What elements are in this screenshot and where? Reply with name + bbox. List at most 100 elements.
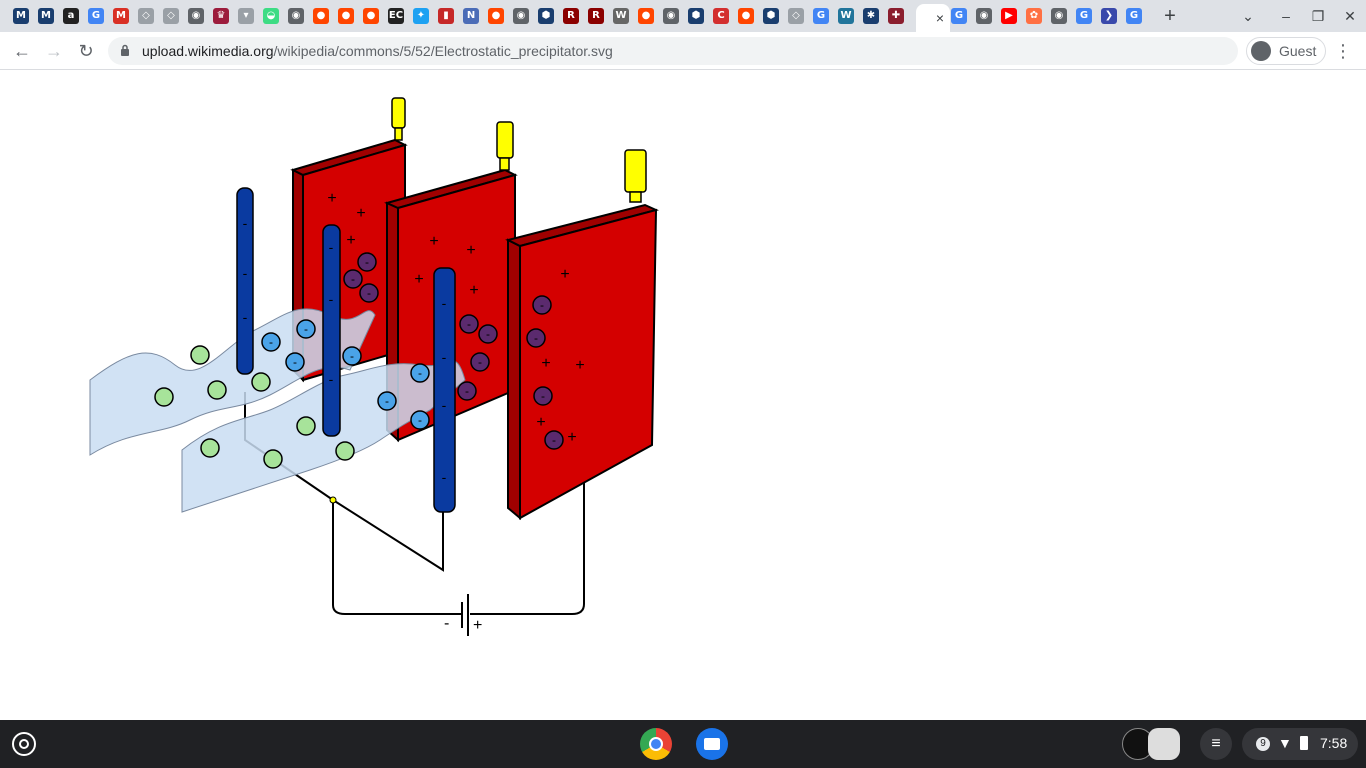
reload-icon[interactable]: ↻ — [74, 39, 98, 63]
crest-tab[interactable]: ♛ — [210, 4, 232, 28]
network-tab[interactable]: ✱ — [860, 4, 882, 28]
diamond-tab-3[interactable]: ◇ — [785, 4, 807, 28]
shield-tab-1-icon: ⬢ — [538, 8, 554, 24]
reddit-tab-4[interactable]: ● — [485, 4, 507, 28]
reddit-tab-1[interactable]: ● — [310, 4, 332, 28]
globe-tab-5[interactable]: ◉ — [973, 4, 995, 28]
gmail-tab[interactable]: M — [110, 4, 132, 28]
shield-tab-3[interactable]: ⬢ — [760, 4, 782, 28]
wordpress-tab[interactable]: W — [835, 4, 857, 28]
electrode-minus-sign: - — [243, 309, 248, 325]
electrode-minus-sign: - — [243, 265, 248, 281]
meridian-tab-2[interactable]: M — [35, 4, 57, 28]
meridian-tab-1[interactable]: M — [10, 4, 32, 28]
google-tab-1[interactable]: G — [85, 4, 107, 28]
rocks-tab-1[interactable]: R — [560, 4, 582, 28]
clock: 7:58 — [1320, 735, 1348, 751]
minimize-icon[interactable]: – — [1276, 6, 1296, 26]
google-tab-2[interactable]: G — [810, 4, 832, 28]
system-tray[interactable]: 9 ▼ 7:58 — [1242, 728, 1358, 760]
amazon-tab[interactable]: a — [60, 4, 82, 28]
forward-tab[interactable]: ❯ — [1098, 4, 1120, 28]
url-path: /wikipedia/commons/5/52/Electrostatic_pr… — [273, 43, 613, 59]
shield-tab-2[interactable]: ⬢ — [685, 4, 707, 28]
google-tab-1-icon: G — [88, 8, 104, 24]
globe-tab-3[interactable]: ◉ — [510, 4, 532, 28]
rocks-tab-2-icon: R — [588, 8, 604, 24]
plate-plus-sign: + — [541, 355, 550, 372]
chart-tab[interactable]: ▮ — [435, 4, 457, 28]
reddit-tab-5[interactable]: ● — [635, 4, 657, 28]
collected-particle-sign: - — [540, 298, 544, 312]
wifi-icon: ▼ — [1278, 735, 1292, 751]
chrome-app-icon[interactable] — [640, 728, 672, 760]
collected-particle-sign: - — [365, 255, 369, 269]
c-tab[interactable]: C — [710, 4, 732, 28]
diamond-tab-2[interactable]: ◇ — [160, 4, 182, 28]
google-tab-3[interactable]: G — [948, 4, 970, 28]
android-tab[interactable]: ◒ — [260, 4, 282, 28]
collected-particle-sign: - — [534, 331, 538, 345]
twitter-tab-icon: ✦ — [413, 8, 429, 24]
reddit-tab-5-icon: ● — [638, 8, 654, 24]
tab-strip: M Ma G M ◇ ◇ ◉ ♛ ▾ ◒ ◉ ● ● ● EC ✦ ▮ N ● ◉ ⬢ R R W ● ◉ ⬢ C ● ⬢ ◇ G W ✱ ✚ × … — [0, 0, 1366, 32]
media-controls-icon[interactable]: ≡ — [1200, 728, 1232, 760]
reddit-tab-3[interactable]: ● — [360, 4, 382, 28]
charged-particle-sign: - — [304, 322, 308, 336]
page-content: - + - - - - - - - - - - + + + + + + + + … — [0, 71, 1366, 720]
flower-tab[interactable]: ✿ — [1023, 4, 1045, 28]
reddit-tab-6[interactable]: ● — [735, 4, 757, 28]
menu-icon[interactable]: ⋮ — [1334, 39, 1352, 63]
address-bar[interactable]: upload.wikimedia.org/wikipedia/commons/5… — [108, 37, 1238, 65]
electrode-minus-sign: - — [329, 371, 334, 387]
forward-icon[interactable]: → — [42, 39, 66, 63]
university-tab[interactable]: ✚ — [885, 4, 907, 28]
edit-tab[interactable]: N — [460, 4, 482, 28]
twitter-tab[interactable]: ✦ — [410, 4, 432, 28]
new-tab-button[interactable]: + — [1160, 6, 1180, 26]
neutral-particle — [296, 416, 316, 436]
diamond-tab-3-icon: ◇ — [788, 8, 804, 24]
globe-tab-1[interactable]: ◉ — [185, 4, 207, 28]
google-tab-5-icon: G — [1126, 8, 1142, 24]
neutral-particle — [200, 438, 220, 458]
restore-icon[interactable]: ❐ — [1308, 6, 1328, 26]
battery-plus-label: + — [473, 617, 482, 634]
google-tab-4[interactable]: G — [1073, 4, 1095, 28]
forward-tab-icon: ❯ — [1101, 8, 1117, 24]
reddit-tab-2-icon: ● — [338, 8, 354, 24]
rocks-tab-1-icon: R — [563, 8, 579, 24]
reddit-tab-2[interactable]: ● — [335, 4, 357, 28]
electrode-minus-sign: - — [329, 291, 334, 307]
neutral-particle — [251, 372, 271, 392]
globe-tab-2[interactable]: ◉ — [285, 4, 307, 28]
battery-icon — [461, 594, 469, 636]
wikipedia-tab-1[interactable]: W — [610, 4, 632, 28]
arrow-tab[interactable]: ▾ — [235, 4, 257, 28]
shield-tab-1[interactable]: ⬢ — [535, 4, 557, 28]
files-app-icon[interactable] — [696, 728, 728, 760]
collected-particle-sign: - — [541, 389, 545, 403]
launcher-icon[interactable] — [12, 732, 36, 756]
electrode-minus-sign: - — [442, 397, 447, 413]
globe-tab-4[interactable]: ◉ — [660, 4, 682, 28]
ec-tab[interactable]: EC — [385, 4, 407, 28]
profile-label: Guest — [1279, 43, 1317, 59]
diamond-tab-1[interactable]: ◇ — [135, 4, 157, 28]
rocks-tab-2[interactable]: R — [585, 4, 607, 28]
youtube-tab[interactable]: ▶ — [998, 4, 1020, 28]
network-tab-icon: ✱ — [863, 8, 879, 24]
holding-space-icon[interactable] — [1148, 728, 1180, 760]
chart-tab-icon: ▮ — [438, 8, 454, 24]
guest-avatar-icon — [1251, 41, 1271, 61]
active-tab[interactable]: × — [916, 4, 950, 32]
tab-search-icon[interactable]: ⌄ — [1238, 6, 1258, 26]
shield-tab-3-icon: ⬢ — [763, 8, 779, 24]
charged-particle-sign: - — [269, 335, 273, 349]
close-window-icon[interactable]: ✕ — [1340, 6, 1360, 26]
back-icon[interactable]: ← — [10, 39, 34, 63]
close-tab-icon[interactable]: × — [936, 10, 944, 26]
globe-tab-6[interactable]: ◉ — [1048, 4, 1070, 28]
google-tab-5[interactable]: G — [1123, 4, 1145, 28]
profile-button[interactable]: Guest — [1246, 37, 1326, 65]
